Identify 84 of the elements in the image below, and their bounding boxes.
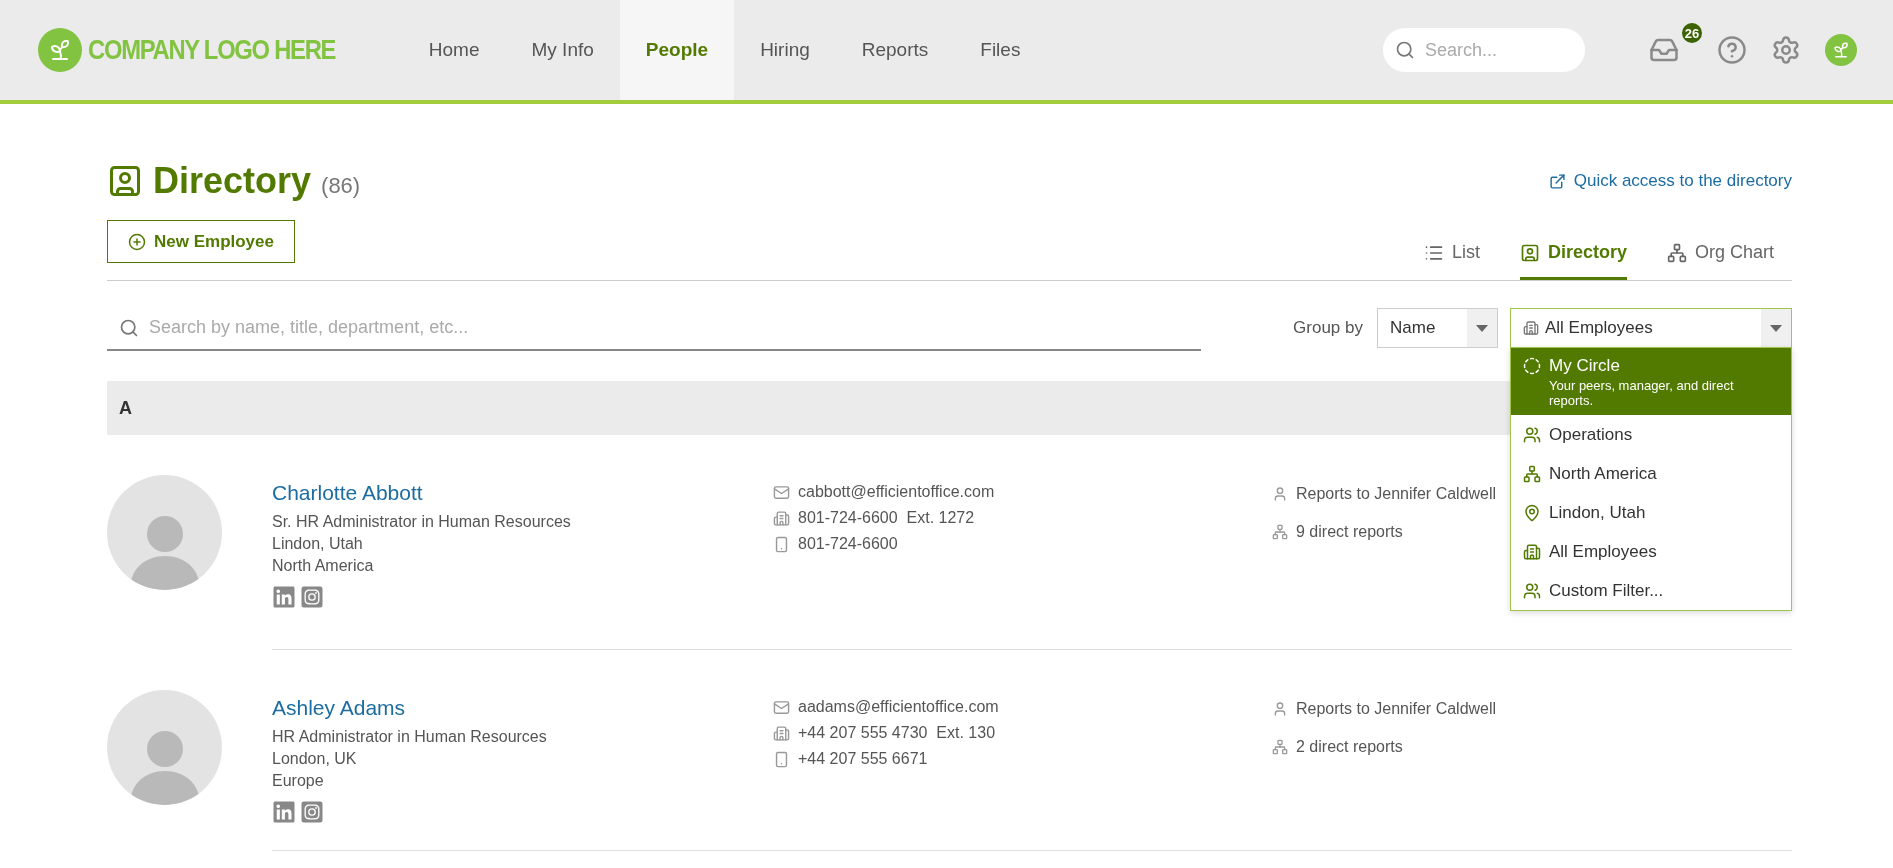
person-icon xyxy=(1272,701,1288,717)
employee-detail: Lindon, Utah xyxy=(272,534,364,554)
person-icon xyxy=(1272,486,1288,502)
org-chart-icon xyxy=(1272,524,1288,540)
contact-text: aadams@efficientoffice.com xyxy=(798,697,999,717)
plus-icon xyxy=(128,232,146,251)
menu-item[interactable]: My Circle Your peers, manager, and direct reports. xyxy=(1511,348,1791,415)
nav-tab[interactable]: Reports xyxy=(835,0,955,100)
caret-icon xyxy=(1770,324,1782,332)
menu-item-label: All Employees xyxy=(1549,542,1657,562)
search-field[interactable]: Search by name, title, department, etc... xyxy=(107,305,1201,351)
nav-tab[interactable]: Home xyxy=(402,0,506,100)
new-employee-button[interactable]: New Employee xyxy=(107,220,295,263)
instagram-icon[interactable] xyxy=(300,800,324,824)
menu-item-label: My Circle xyxy=(1549,356,1621,376)
relation-text: 2 direct reports xyxy=(1296,737,1403,757)
employee-detail: Europe xyxy=(272,771,325,791)
people-icon xyxy=(1523,426,1541,444)
contact-text: +44 207 555 6671 xyxy=(798,749,928,769)
help-button[interactable] xyxy=(1717,35,1747,65)
nav-tab[interactable]: People xyxy=(619,0,735,100)
view-tab[interactable]: List xyxy=(1423,242,1480,280)
dashed-circle-icon xyxy=(1523,357,1541,375)
relation-text: Reports to Jennifer Caldwell xyxy=(1296,699,1497,719)
contact-card-icon xyxy=(107,163,143,199)
group-by-label: Group by xyxy=(1293,318,1363,338)
org-chart-icon xyxy=(1523,465,1541,483)
instagram-icon[interactable] xyxy=(300,585,324,609)
mail-icon xyxy=(773,698,790,716)
view-tab[interactable]: Directory xyxy=(1519,242,1627,280)
contact-card-icon xyxy=(1519,242,1540,263)
employee-detail: HR Administrator in Human Resources xyxy=(272,727,548,747)
employee-detail: North America xyxy=(272,556,375,576)
phone-icon xyxy=(773,750,790,768)
nav-tab[interactable]: Files xyxy=(954,0,1047,100)
employee-count: (86) xyxy=(321,173,361,199)
caret-icon xyxy=(1476,324,1488,332)
page-title: Directory xyxy=(153,160,312,202)
employee-detail: Sr. HR Administrator in Human Resources xyxy=(272,512,572,532)
employee-detail: London, UK xyxy=(272,749,358,769)
building-icon xyxy=(773,509,790,527)
map-pin-icon xyxy=(1523,504,1541,522)
contact-text: 801-724-6600 Ext. 1272 xyxy=(798,508,975,528)
user-avatar[interactable] xyxy=(1825,34,1857,66)
group-letter: A xyxy=(119,397,132,419)
org-chart-icon xyxy=(1666,242,1687,263)
menu-item[interactable]: Lindon, Utah xyxy=(1511,493,1791,532)
menu-item[interactable]: Operations xyxy=(1511,415,1791,454)
menu-item-label: Lindon, Utah xyxy=(1549,503,1646,523)
quick-access-link[interactable]: Quick access to the directory xyxy=(1548,171,1792,191)
menu-item[interactable]: All Employees xyxy=(1511,532,1791,571)
view-tab[interactable]: Org Chart xyxy=(1666,242,1774,280)
menu-item-description: Your peers, manager, and direct reports. xyxy=(1549,378,1735,408)
people-icon xyxy=(1523,582,1541,600)
contact-text: 801-724-6600 xyxy=(798,534,898,554)
relation-text: 9 direct reports xyxy=(1296,522,1403,542)
relation-text: Reports to Jennifer Caldwell xyxy=(1296,484,1497,504)
building-icon xyxy=(1523,320,1539,336)
logo-icon xyxy=(38,28,82,72)
nav-tab[interactable]: Hiring xyxy=(734,0,836,100)
menu-item-label: North America xyxy=(1549,464,1657,484)
employee-name[interactable]: Charlotte Abbott xyxy=(272,481,773,505)
menu-item[interactable]: Custom Filter... xyxy=(1511,571,1791,610)
group-by-select[interactable]: Name xyxy=(1377,308,1498,348)
search-field[interactable]: Search... xyxy=(1383,28,1585,72)
nav-tab[interactable]: My Info xyxy=(505,0,620,100)
menu-item-label: Custom Filter... xyxy=(1549,581,1664,601)
contact-text: +44 207 555 4730 Ext. 130 xyxy=(798,723,996,743)
org-chart-icon xyxy=(1272,739,1288,755)
settings-button[interactable] xyxy=(1771,35,1801,65)
notification-badge: 26 xyxy=(1680,21,1704,45)
menu-item[interactable]: North America xyxy=(1511,454,1791,493)
mail-icon xyxy=(773,483,790,501)
phone-icon xyxy=(773,535,790,553)
building-icon xyxy=(1523,543,1541,561)
building-icon xyxy=(773,724,790,742)
contact-text: cabbott@efficientoffice.com xyxy=(798,482,995,502)
linkedin-icon[interactable] xyxy=(272,585,296,609)
search-icon xyxy=(119,318,139,338)
logo-text: COMPANY LOGO HERE xyxy=(88,34,336,66)
menu-item-label: Operations xyxy=(1549,425,1633,445)
external-link-icon xyxy=(1548,172,1566,190)
linkedin-icon[interactable] xyxy=(272,800,296,824)
employee-name[interactable]: Ashley Adams xyxy=(272,696,773,720)
